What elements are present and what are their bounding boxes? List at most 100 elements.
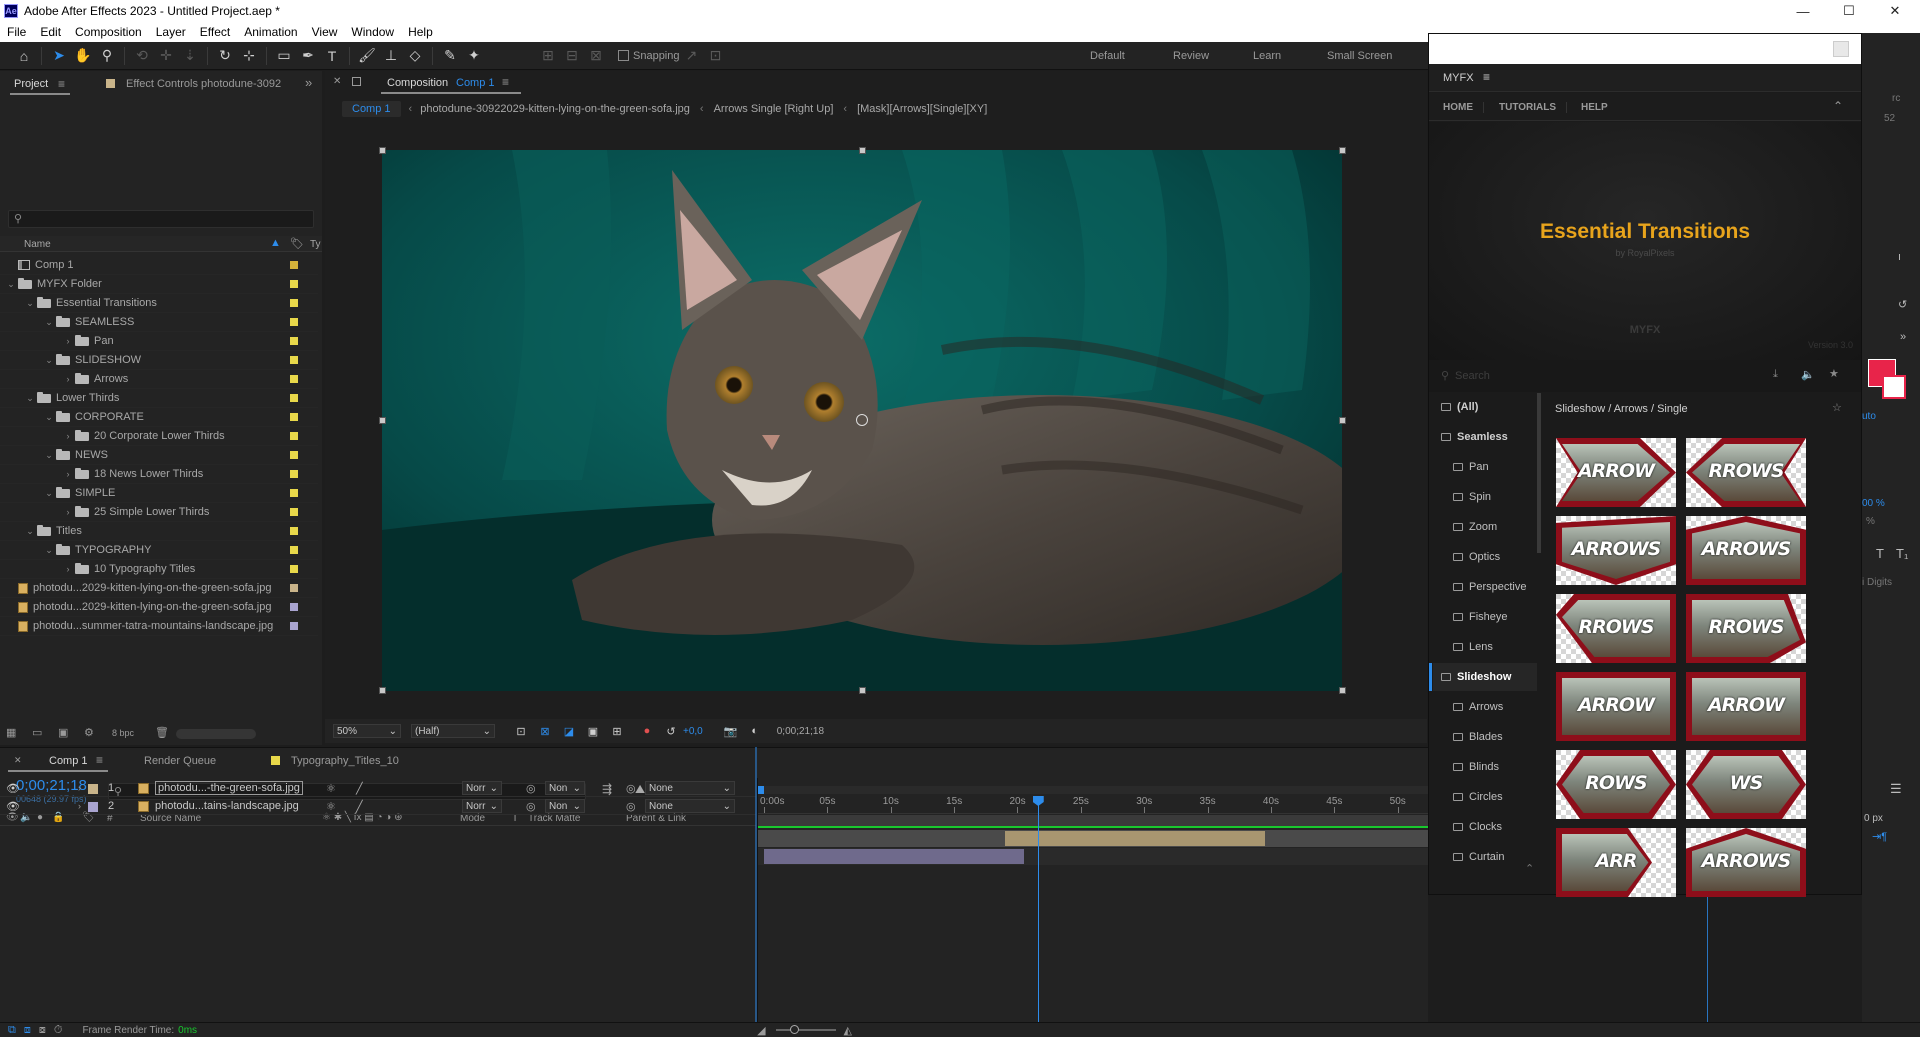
layer-label-color[interactable]	[88, 784, 98, 794]
label-color-swatch[interactable]	[290, 432, 298, 440]
render-time-icon[interactable]: ⏱	[54, 1024, 63, 1037]
label-color-swatch[interactable]	[290, 546, 298, 554]
transfer-controls-icon[interactable]: ⧈	[24, 1024, 31, 1037]
tab-typography-titles[interactable]: Typography_Titles_10	[291, 755, 399, 767]
myfx-close-button[interactable]	[1833, 41, 1849, 57]
sort-up-icon[interactable]: ▲	[270, 237, 281, 249]
twirl-down-icon[interactable]: ⌄	[6, 279, 16, 290]
timeline-zoom-slider[interactable]	[775, 1025, 836, 1034]
parent-pickwhip-icon[interactable]: ◎	[626, 782, 636, 795]
transition-thumbnail[interactable]: RROWS	[1686, 438, 1806, 507]
axis-local-icon[interactable]: ⊞	[538, 46, 558, 66]
transition-thumbnail[interactable]: ARROW	[1686, 672, 1806, 741]
minimize-button[interactable]: —	[1780, 0, 1826, 22]
transition-thumbnail[interactable]: RROWS	[1686, 594, 1806, 663]
project-item[interactable]: ⌄ SEAMLESS	[0, 313, 318, 332]
work-area-bar[interactable]	[758, 786, 1429, 794]
transition-thumbnail[interactable]: ARROWS	[1686, 828, 1806, 897]
tab-effect-controls[interactable]: Effect Controls photodune-3092	[126, 78, 281, 90]
new-folder-icon[interactable]: ▭	[32, 726, 42, 739]
project-item[interactable]: photodu...2029-kitten-lying-on-the-green…	[0, 598, 318, 617]
brush-tool-icon[interactable]: 🖌	[357, 46, 377, 66]
menu-edit[interactable]: Edit	[33, 25, 68, 39]
resolution-dropdown[interactable]: (Half) ⌄	[411, 724, 495, 738]
home-icon[interactable]: ⌂	[14, 46, 34, 66]
label-color-swatch[interactable]	[290, 299, 298, 307]
interpret-footage-icon[interactable]: ▦	[6, 726, 16, 739]
bit-depth-label[interactable]: 8 bpc	[112, 728, 134, 738]
twirl-right-icon[interactable]: ›	[63, 374, 73, 384]
menu-layer[interactable]: Layer	[149, 25, 193, 39]
text-style-t[interactable]: T	[1876, 546, 1884, 561]
label-color-swatch[interactable]	[290, 527, 298, 535]
zoom-in-icon[interactable]: ◭	[844, 1024, 852, 1037]
layer-mode-dropdown[interactable]: Norr ⌄	[462, 781, 502, 795]
myfx-category-item[interactable]: Pan	[1433, 453, 1537, 481]
project-item[interactable]: photodu...summer-tatra-mountains-landsca…	[0, 617, 318, 636]
label-color-swatch[interactable]	[290, 603, 298, 611]
breadcrumb-item-footage[interactable]: photodune-30922029-kitten-lying-on-the-g…	[420, 103, 690, 115]
rotation-tool-icon[interactable]: ↻	[215, 46, 235, 66]
myfx-category-item[interactable]: Spin	[1433, 483, 1537, 511]
quality-switch-icon[interactable]: ╱	[356, 800, 363, 813]
twirl-right-icon[interactable]: ›	[78, 783, 81, 793]
text-style-t-sub[interactable]: T₁	[1896, 546, 1908, 561]
adjust-icon[interactable]: ⚙	[84, 726, 94, 739]
label-color-swatch[interactable]	[290, 508, 298, 516]
twirl-down-icon[interactable]: ⌄	[44, 488, 54, 499]
percent-value[interactable]: 00 %	[1862, 498, 1885, 509]
viewer-timecode[interactable]: 0;00;21;18	[777, 726, 824, 737]
label-color-swatch[interactable]	[290, 337, 298, 345]
quality-switch-icon[interactable]: ╱	[356, 782, 363, 795]
dolly-camera-icon[interactable]: ⇣	[180, 46, 200, 66]
label-color-swatch[interactable]	[290, 584, 298, 592]
snapping-toggle[interactable]: Snapping	[618, 50, 680, 62]
eye-icon[interactable]: 👁	[6, 782, 20, 795]
tab-project[interactable]: Project	[14, 78, 48, 90]
twirl-down-icon[interactable]: ⌄	[44, 355, 54, 366]
snapping-checkbox[interactable]	[618, 50, 629, 61]
myfx-nav-home[interactable]: HOME	[1443, 102, 1484, 113]
axis-world-icon[interactable]: ⊟	[562, 46, 582, 66]
expand-icon[interactable]: »	[1900, 331, 1906, 343]
myfx-category-item[interactable]: Blades	[1433, 723, 1537, 751]
project-item[interactable]: ⌄ SIMPLE	[0, 484, 318, 503]
layer-duration-bar[interactable]	[764, 849, 1024, 864]
transition-thumbnail[interactable]: ARROWS	[1686, 516, 1806, 585]
transform-handle[interactable]	[379, 687, 386, 694]
composition-tab-name[interactable]: Comp 1	[456, 77, 495, 89]
pen-tool-icon[interactable]: ✒	[298, 46, 318, 66]
workspace-review[interactable]: Review	[1173, 50, 1209, 62]
zoom-tool-icon[interactable]: ⚲	[97, 46, 117, 66]
type-tool-icon[interactable]: T	[322, 46, 342, 66]
axis-view-icon[interactable]: ⊠	[586, 46, 606, 66]
myfx-window-header[interactable]	[1429, 34, 1861, 64]
menu-composition[interactable]: Composition	[68, 25, 149, 39]
roto-brush-icon[interactable]: ✎	[440, 46, 460, 66]
label-color-swatch[interactable]	[290, 565, 298, 573]
collapse-chevron-icon[interactable]: ⌃	[1833, 99, 1843, 113]
transition-thumbnail[interactable]: ARR	[1556, 828, 1676, 897]
track-matte-pickwhip-icon[interactable]: ◎	[526, 782, 536, 795]
transition-thumbnail[interactable]: ARROW	[1556, 438, 1676, 507]
project-item[interactable]: ⌄ NEWS	[0, 446, 318, 465]
close-tab-icon[interactable]: ✕	[14, 755, 22, 766]
selection-tool-icon[interactable]: ➤	[49, 46, 69, 66]
channel-icon[interactable]: ●	[637, 721, 657, 741]
twirl-down-icon[interactable]: ⌄	[25, 526, 35, 537]
in-out-icon[interactable]: ⧇	[39, 1024, 46, 1037]
menu-view[interactable]: View	[305, 25, 345, 39]
twirl-down-icon[interactable]: ⌄	[44, 412, 54, 423]
myfx-category-item[interactable]: Blinds	[1433, 753, 1537, 781]
twirl-right-icon[interactable]: ›	[63, 469, 73, 479]
project-item[interactable]: › 20 Corporate Lower Thirds	[0, 427, 318, 446]
label-color-swatch[interactable]	[290, 622, 298, 630]
myfx-category-item[interactable]: Circles	[1433, 783, 1537, 811]
show-snapshot-icon[interactable]: ◐	[745, 721, 765, 741]
thumbnail-slider[interactable]	[176, 729, 256, 739]
composition-menu-icon[interactable]: ≡	[502, 75, 509, 89]
playhead[interactable]	[1032, 796, 1044, 1023]
label-color-swatch[interactable]	[290, 280, 298, 288]
label-color-swatch[interactable]	[290, 318, 298, 326]
parent-pickwhip-icon[interactable]: ◎	[626, 800, 636, 813]
